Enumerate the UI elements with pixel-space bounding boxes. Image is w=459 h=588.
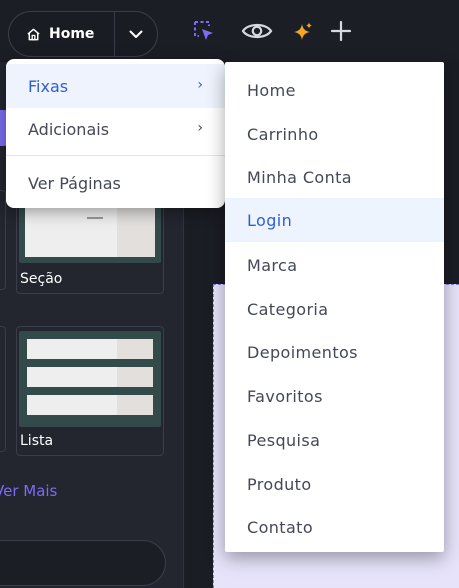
- partial-card[interactable]: [0, 190, 6, 290]
- component-card-lista[interactable]: Lista: [16, 326, 164, 456]
- submenu-item-marca[interactable]: Marca: [225, 243, 444, 287]
- submenu-item-login[interactable]: Login: [225, 198, 444, 242]
- chevron-down-icon: [129, 30, 143, 38]
- menu-item-label: Ver Páginas: [28, 173, 121, 193]
- submenu-item-contato[interactable]: Contato: [225, 505, 444, 549]
- submenu-item-favoritos[interactable]: Favoritos: [225, 374, 444, 418]
- menu-divider: [6, 155, 225, 156]
- page-selector: Home: [8, 11, 158, 57]
- pages-dropdown-menu: Fixas › Adicionais › Ver Páginas: [6, 59, 225, 208]
- chevron-right-icon: ›: [197, 120, 203, 136]
- eye-icon[interactable]: [241, 20, 273, 42]
- top-toolbar: Home: [0, 0, 459, 62]
- card-caption: Lista: [20, 433, 54, 449]
- select-cursor-icon[interactable]: [193, 20, 215, 42]
- see-more-link[interactable]: Ver Mais: [0, 482, 57, 500]
- card-thumbnail: [19, 331, 161, 427]
- submenu-item-minha-conta[interactable]: Minha Conta: [225, 155, 444, 199]
- menu-item-fixas[interactable]: Fixas ›: [6, 64, 225, 108]
- current-page-label: Home: [49, 26, 95, 42]
- submenu-item-categoria[interactable]: Categoria: [225, 287, 444, 331]
- page-dropdown-toggle[interactable]: [115, 12, 157, 56]
- partial-card[interactable]: [0, 326, 6, 452]
- home-icon: [27, 28, 40, 40]
- menu-item-ver-paginas[interactable]: Ver Páginas: [6, 161, 225, 205]
- submenu-item-home[interactable]: Home: [225, 68, 444, 112]
- sparkle-icon[interactable]: [292, 21, 314, 43]
- menu-item-label: Adicionais: [28, 119, 110, 139]
- submenu-item-pesquisa[interactable]: Pesquisa: [225, 418, 444, 462]
- menu-item-label: Fixas: [28, 76, 69, 96]
- menu-item-adicionais[interactable]: Adicionais ›: [6, 107, 225, 151]
- submenu-item-depoimentos[interactable]: Depoimentos: [225, 330, 444, 374]
- plus-icon[interactable]: [330, 20, 352, 42]
- submenu-item-produto[interactable]: Produto: [225, 462, 444, 506]
- panel-search-input[interactable]: [0, 540, 166, 586]
- chevron-right-icon: ›: [197, 77, 203, 93]
- fixas-submenu: Home Carrinho Minha Conta Login Marca Ca…: [225, 62, 444, 552]
- submenu-item-carrinho[interactable]: Carrinho: [225, 112, 444, 156]
- card-caption: Seção: [20, 271, 63, 287]
- current-page-button[interactable]: Home: [9, 12, 115, 56]
